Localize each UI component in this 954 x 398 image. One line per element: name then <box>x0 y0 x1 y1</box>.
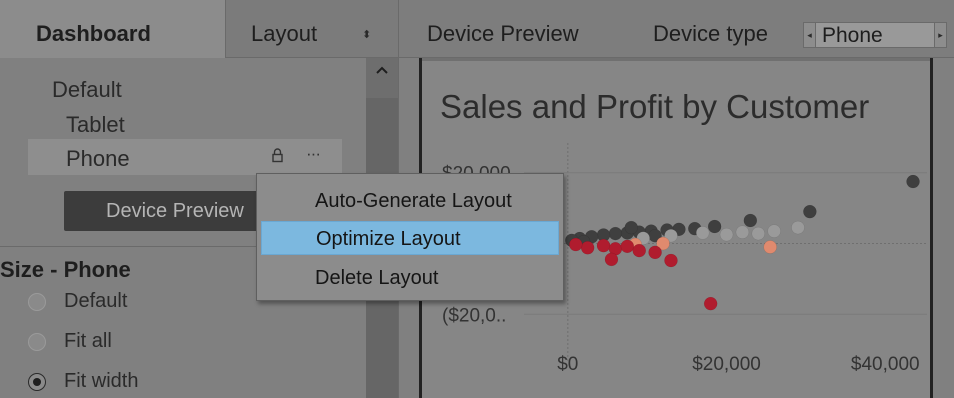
scatter-point-light <box>751 226 766 241</box>
scatter-point-red <box>632 243 646 258</box>
scatter-point-red <box>580 240 595 255</box>
menu-item-auto-generate-layout[interactable]: Auto-Generate Layout <box>261 184 559 218</box>
scatter-point-salmon <box>763 240 777 254</box>
radio-fit-all[interactable] <box>28 333 46 351</box>
radio-fit-all-label[interactable]: Fit all <box>64 330 112 353</box>
prev-device-icon[interactable]: ◂ <box>804 23 816 47</box>
scatter-point-red <box>648 245 662 260</box>
menu-item-delete-layout[interactable]: Delete Layout <box>261 261 559 295</box>
scatter-point-light <box>767 224 781 238</box>
radio-fit-width-label[interactable]: Fit width <box>64 370 138 393</box>
menu-item-optimize-layout[interactable]: Optimize Layout <box>261 221 559 255</box>
device-preview-button[interactable]: Device Preview <box>64 191 264 231</box>
scatter-point-red <box>620 239 635 254</box>
scatter-point-dark <box>906 174 920 189</box>
scatter-point-light <box>719 227 734 242</box>
size-section-title: Size - Phone <box>0 257 131 282</box>
tab-layout[interactable]: Layout ⬍ <box>226 0 398 58</box>
scatter-point-red <box>604 252 619 267</box>
lock-icon[interactable] <box>272 148 283 167</box>
device-item-phone-label: Phone <box>66 146 130 171</box>
scatter-point-dark <box>608 226 623 241</box>
device-preview-label: Device Preview <box>427 21 579 46</box>
scatter-point-dark <box>707 219 722 234</box>
more-options-icon[interactable]: ··· <box>306 144 321 164</box>
scatter-point-red <box>703 296 718 311</box>
radio-default-label[interactable]: Default <box>64 290 127 313</box>
device-item-tablet[interactable]: Tablet <box>66 112 125 138</box>
scatter-point-red <box>664 253 678 268</box>
scatter-point-light <box>695 226 710 240</box>
device-type-label: Device type <box>653 21 768 46</box>
x-tick-label: $0 <box>557 354 578 375</box>
menu-item-label: Auto-Generate Layout <box>315 190 512 212</box>
device-item-phone[interactable]: Phone ··· <box>28 139 342 175</box>
next-device-icon[interactable]: ▸ <box>934 23 946 47</box>
scroll-up-icon[interactable] <box>366 62 398 90</box>
menu-item-label: Delete Layout <box>315 267 439 289</box>
radio-fit-width[interactable] <box>28 373 46 391</box>
device-type-value: Phone <box>822 24 883 47</box>
preview-toolbar: Device Preview Device type ◂ Phone ▸ <box>399 0 954 58</box>
menu-item-label: Optimize Layout <box>316 228 461 250</box>
scatter-point-dark <box>624 220 639 235</box>
tab-layout-label: Layout <box>251 21 318 46</box>
scatter-point-red <box>568 237 583 252</box>
context-menu: Auto-Generate Layout Optimize Layout Del… <box>256 173 564 301</box>
y-tick-label: ($20,0.. <box>442 305 506 326</box>
tab-dashboard-label: Dashboard <box>36 21 151 46</box>
device-type-select[interactable]: ◂ Phone ▸ <box>803 22 947 48</box>
scatter-point-light <box>791 220 805 235</box>
device-item-default[interactable]: Default <box>52 77 122 103</box>
tab-dashboard[interactable]: Dashboard <box>0 0 226 58</box>
scatter-point-dark <box>743 213 758 228</box>
scatter-point-light <box>735 225 750 239</box>
scatter-point-red <box>596 238 611 253</box>
updown-icon: ⬍ <box>362 29 372 41</box>
radio-default[interactable] <box>28 293 46 311</box>
scatter-point-dark <box>803 204 817 219</box>
x-tick-label: $20,000 <box>692 354 761 375</box>
device-preview-button-label: Device Preview <box>106 200 244 222</box>
x-tick-label: $40,000 <box>851 354 920 375</box>
